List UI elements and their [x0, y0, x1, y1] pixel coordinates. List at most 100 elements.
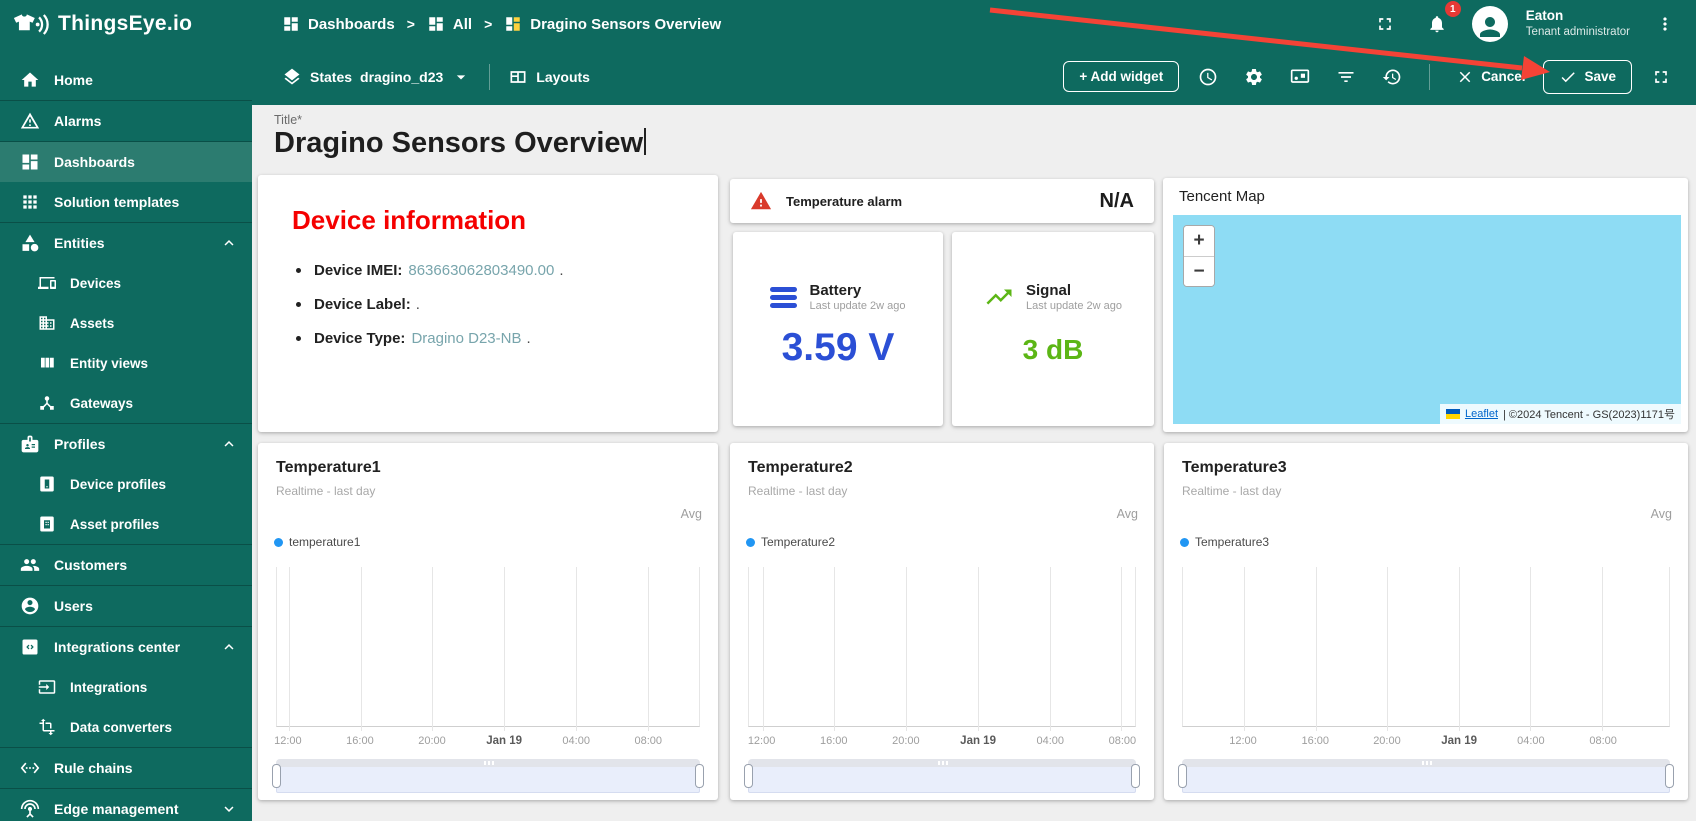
aggregation-label[interactable]: Avg	[681, 507, 702, 521]
chart-gridline	[432, 567, 434, 731]
map-canvas[interactable]: + − Leaflet | ©2024 Tencent - GS(2023)11…	[1173, 215, 1681, 424]
toolbar-fullscreen-button[interactable]	[1644, 60, 1678, 94]
time-brush[interactable]	[1178, 759, 1674, 793]
sidebar-item-integrations-center[interactable]: Integrations center	[0, 627, 252, 667]
sidebar-item-device-profiles[interactable]: Device profiles	[0, 464, 252, 504]
sidebar-item-profiles[interactable]: Profiles	[0, 424, 252, 464]
input-icon	[38, 678, 56, 696]
layouts-button[interactable]: Layouts	[508, 67, 590, 87]
add-widget-button[interactable]: + Add widget	[1063, 61, 1180, 92]
brush-grip-icon[interactable]	[488, 761, 490, 765]
sidebar-item-label: Edge management	[54, 801, 179, 817]
cancel-button[interactable]: Cancel	[1450, 61, 1531, 93]
dashboard-icon	[20, 152, 40, 172]
legend-item[interactable]: temperature1	[274, 535, 360, 549]
legend-item[interactable]: Temperature3	[1180, 535, 1269, 549]
sidebar-item-assets[interactable]: Assets	[0, 303, 252, 343]
map-zoom-out-button[interactable]: −	[1184, 256, 1214, 286]
alarm-title: Temperature alarm	[786, 193, 903, 209]
dashboard-title-input[interactable]: Dragino Sensors Overview	[274, 127, 647, 160]
aggregation-label[interactable]: Avg	[1117, 507, 1138, 521]
toolbar-divider	[1429, 63, 1431, 90]
brush-handle-right[interactable]	[1665, 764, 1674, 788]
sidebar-item-asset-profiles[interactable]: Asset profiles	[0, 504, 252, 544]
legend-label: Temperature3	[1195, 535, 1270, 549]
sidebar-item-home[interactable]: Home	[0, 60, 252, 100]
save-button[interactable]: Save	[1543, 59, 1632, 94]
more-menu-button[interactable]	[1648, 7, 1682, 41]
state-value: dragino_d23	[360, 68, 444, 85]
time-window-button[interactable]	[1191, 60, 1225, 94]
notifications-button[interactable]: 1	[1420, 1, 1461, 41]
brush-handle-left[interactable]	[744, 764, 753, 788]
sidebar-item-label: Solution templates	[54, 194, 180, 210]
sidebar-item-devices[interactable]: Devices	[0, 263, 252, 303]
chart-title: Temperature1	[276, 459, 381, 476]
dashboard-content: Title* Dragino Sensors Overview Device i…	[252, 105, 1696, 821]
leaflet-link[interactable]: Leaflet	[1465, 408, 1498, 420]
app-logo[interactable]: ThingsEye.io	[0, 12, 252, 37]
legend-dot	[274, 537, 283, 547]
chart-title: Temperature2	[748, 459, 853, 476]
breadcrumb-item-all[interactable]: All	[427, 15, 472, 33]
aggregation-label[interactable]: Avg	[1651, 507, 1672, 521]
states-selector[interactable]: States dragino_d23	[282, 67, 471, 87]
sidebar-item-solution-templates[interactable]: Solution templates	[0, 182, 252, 222]
sidebar-item-alarms[interactable]: Alarms	[0, 101, 252, 141]
legend-item[interactable]: Temperature2	[746, 535, 835, 549]
sidebar-item-entities[interactable]: Entities	[0, 223, 252, 263]
sidebar-item-gateways[interactable]: Gateways	[0, 383, 252, 423]
brush-selection[interactable]	[1182, 767, 1670, 793]
breadcrumb-item-current-dashboard[interactable]: Dragino Sensors Overview	[504, 15, 721, 33]
brush-track	[276, 759, 700, 767]
user-info[interactable]: Eaton Tenant administrator	[1526, 8, 1630, 39]
bell-icon	[1427, 14, 1447, 34]
alarm-value: N/A	[1099, 189, 1134, 212]
brush-handle-right[interactable]	[695, 764, 704, 788]
sidebar-item-integrations[interactable]: Integrations	[0, 667, 252, 707]
brush-grip-icon[interactable]	[1426, 761, 1428, 765]
device-info-row: Device Label:.	[292, 296, 684, 313]
filters-button[interactable]	[1329, 60, 1363, 94]
x-axis-label: Jan 19	[960, 735, 996, 747]
sidebar-item-users[interactable]: Users	[0, 586, 252, 626]
tencent-map-widget: Tencent Map + − Leaflet | ©2024 Tencent …	[1163, 178, 1688, 432]
dashboard-settings-button[interactable]	[1237, 60, 1271, 94]
brush-selection[interactable]	[748, 767, 1136, 793]
x-axis-label: Jan 19	[1441, 735, 1478, 747]
chart-plot-area	[748, 567, 1136, 731]
map-zoom-in-button[interactable]: +	[1184, 226, 1214, 256]
device-info-row: Device Type: Dragino D23-NB.	[292, 330, 684, 347]
device-info-suffix: .	[415, 296, 420, 313]
logo-text: ThingsEye.io	[58, 12, 193, 35]
chart-gridline	[647, 567, 649, 731]
sidebar-item-entity-views[interactable]: Entity views	[0, 343, 252, 383]
x-axis-label: 12:00	[1229, 735, 1257, 747]
avatar[interactable]	[1471, 6, 1508, 42]
view-column-icon	[38, 354, 56, 372]
sidebar-item-edge-management[interactable]: Edge management	[0, 789, 252, 821]
map-attribution: Leaflet | ©2024 Tencent - GS(2023)1171号	[1439, 404, 1681, 424]
sidebar-item-dashboards[interactable]: Dashboards	[0, 142, 252, 182]
time-brush[interactable]	[744, 759, 1140, 793]
battery-value: 3.59 V	[781, 326, 895, 369]
time-brush[interactable]	[272, 759, 704, 793]
chevron-up-icon	[220, 234, 238, 252]
sidebar-item-data-converters[interactable]: Data converters	[0, 707, 252, 747]
entity-aliases-button[interactable]	[1283, 60, 1317, 94]
legend-label: Temperature2	[761, 535, 836, 549]
version-control-button[interactable]	[1375, 60, 1409, 94]
brush-grip-icon[interactable]	[942, 761, 944, 765]
brush-handle-left[interactable]	[272, 764, 281, 788]
battery-last-update: Last update 2w ago	[809, 300, 906, 312]
brush-selection[interactable]	[276, 767, 700, 793]
sidebar-item-rule-chains[interactable]: Rule chains	[0, 748, 252, 788]
x-axis-label: 04:00	[1517, 735, 1545, 747]
sidebar-item-customers[interactable]: Customers	[0, 545, 252, 585]
brush-handle-right[interactable]	[1131, 764, 1140, 788]
category-icon	[20, 233, 40, 253]
fullscreen-button[interactable]	[1368, 7, 1402, 41]
breadcrumb-item-dashboards[interactable]: Dashboards	[282, 15, 395, 33]
badge-icon	[20, 434, 40, 454]
brush-handle-left[interactable]	[1178, 764, 1187, 788]
